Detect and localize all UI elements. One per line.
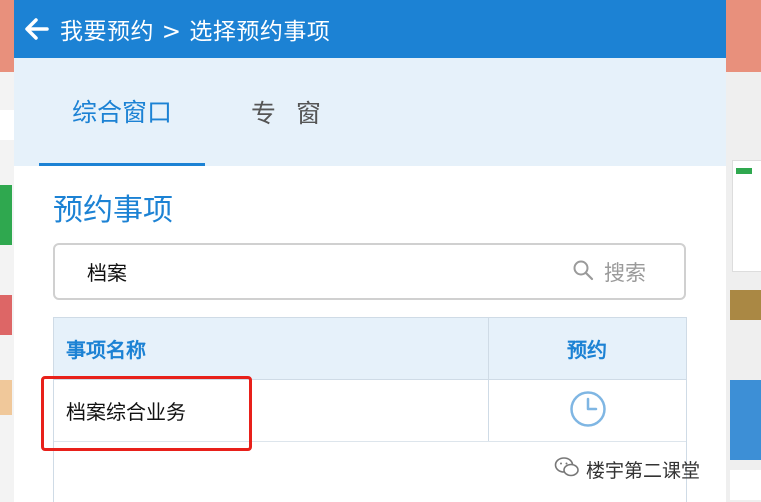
column-header-book: 预约 [567, 338, 607, 362]
search-button-label: 搜索 [604, 261, 646, 285]
app-window: 我要预约 > 选择预约事项 综合窗口 专 窗 预约事项 搜索 事项名称 预约 档… [14, 0, 726, 502]
book-button[interactable] [489, 380, 686, 441]
search-box: 搜索 [53, 243, 686, 300]
page-title: 我要预约 > 选择预约事项 [60, 19, 331, 45]
section-title: 预约事项 [53, 193, 173, 228]
watermark-text: 楼宇第二课堂 [585, 460, 700, 482]
clock-icon [569, 390, 607, 432]
search-input[interactable] [85, 258, 539, 285]
column-header-name: 事项名称 [66, 338, 146, 362]
wechat-icon [554, 456, 580, 483]
tab-bar: 综合窗口 专 窗 [14, 58, 726, 166]
search-button[interactable]: 搜索 [572, 257, 646, 287]
search-icon [572, 259, 594, 285]
table-header: 事项名称 预约 [54, 318, 686, 380]
watermark: 楼宇第二课堂 [554, 456, 700, 483]
highlight-box [41, 376, 252, 451]
header-bar: 我要预约 > 选择预约事项 [14, 0, 726, 58]
tab-general-window[interactable]: 综合窗口 [39, 58, 205, 166]
background-right [726, 0, 761, 502]
tab-special-window[interactable]: 专 窗 [234, 58, 344, 166]
arrow-left-icon[interactable] [24, 16, 50, 42]
background-left [0, 0, 14, 502]
